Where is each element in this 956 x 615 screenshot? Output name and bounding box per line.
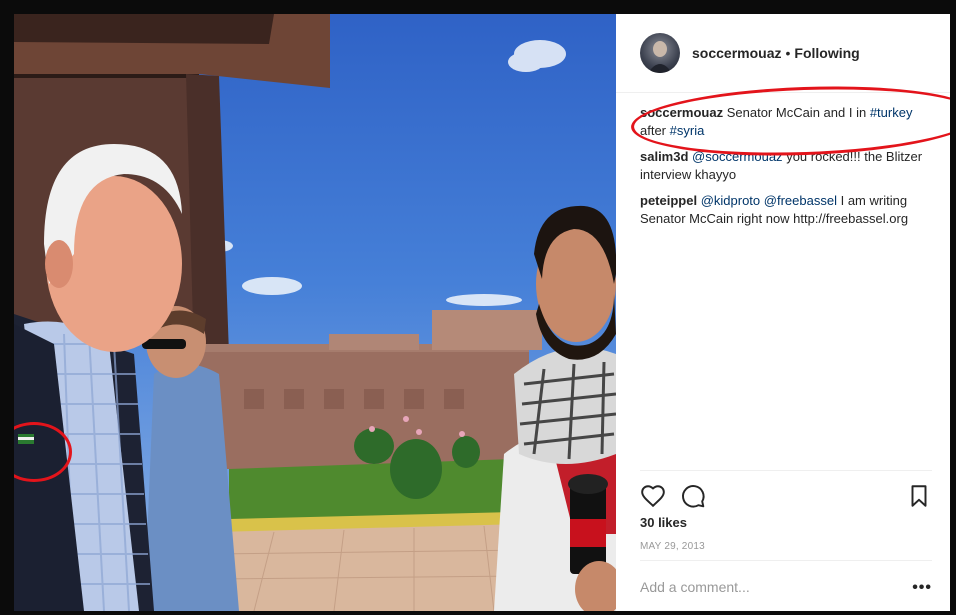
comment-mention[interactable]: @soccermouaz bbox=[692, 149, 783, 164]
comment-item: salim3d @soccermouaz you rocked!!! the B… bbox=[640, 148, 932, 184]
post-header: soccermouaz • Following bbox=[616, 14, 950, 93]
post-date[interactable]: MAY 29, 2013 bbox=[640, 541, 705, 552]
post-sidebar: soccermouaz • Following soccermouaz Senato… bbox=[616, 14, 950, 611]
bookmark-icon[interactable] bbox=[906, 483, 932, 509]
post-photo[interactable] bbox=[14, 14, 616, 611]
comment-input[interactable] bbox=[640, 579, 890, 595]
comment-list: soccermouaz Senator McCain and I in #tur… bbox=[629, 80, 950, 236]
header-text: soccermouaz • Following bbox=[692, 45, 860, 61]
caption: soccermouaz Senator McCain and I in #tur… bbox=[629, 80, 950, 162]
author-username[interactable]: soccermouaz bbox=[692, 45, 781, 61]
comment-mention-freebassel[interactable]: @freebassel bbox=[764, 193, 837, 208]
hashtag-syria[interactable]: #syria bbox=[670, 123, 705, 138]
more-options-icon[interactable]: ••• bbox=[912, 579, 932, 597]
action-bar bbox=[640, 470, 932, 515]
header-separator: • bbox=[785, 45, 791, 61]
profile-photo-icon bbox=[648, 41, 672, 73]
action-icons bbox=[640, 471, 932, 515]
add-comment-section: ••• bbox=[640, 560, 932, 611]
following-status[interactable]: Following bbox=[794, 45, 859, 61]
caption-username[interactable]: soccermouaz bbox=[640, 105, 723, 120]
comment-username[interactable]: salim3d bbox=[640, 149, 688, 164]
like-count[interactable]: 30 likes bbox=[640, 515, 687, 530]
author-avatar[interactable] bbox=[640, 33, 680, 73]
comment-username[interactable]: peteippel bbox=[640, 193, 697, 208]
comment-item: peteippel @kidproto @freebassel I am wri… bbox=[640, 192, 932, 228]
comment-bubble-icon[interactable] bbox=[680, 483, 706, 509]
heart-icon[interactable] bbox=[640, 483, 666, 509]
comment-mention-kidproto[interactable]: @kidproto bbox=[701, 193, 760, 208]
hashtag-turkey[interactable]: #turkey bbox=[870, 105, 913, 120]
instagram-post: soccermouaz • Following soccermouaz Senato… bbox=[14, 14, 950, 611]
caption-text-after: after bbox=[640, 123, 667, 138]
photo-scene bbox=[14, 14, 616, 611]
caption-text: Senator McCain and I in bbox=[726, 105, 867, 120]
